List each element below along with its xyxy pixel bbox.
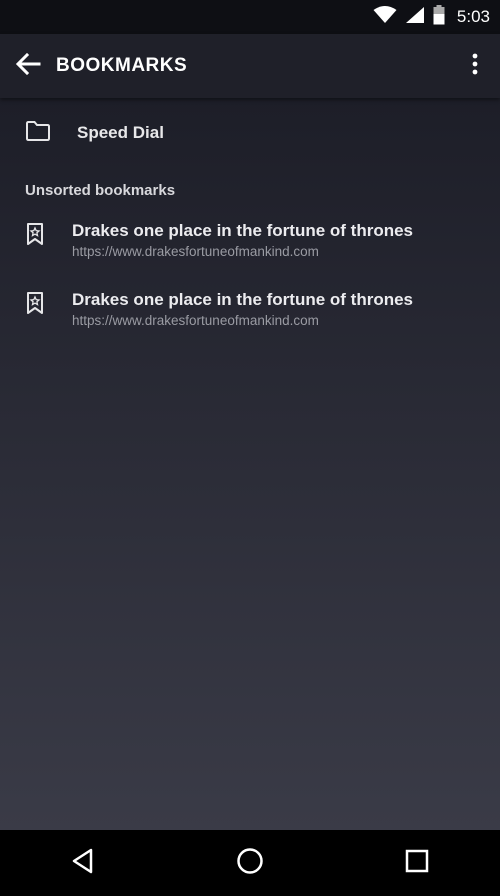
- screen: 5:03 BOOKMARKS Speed Dial Unsorted bookm…: [0, 0, 500, 896]
- section-header-unsorted: Unsorted bookmarks: [25, 182, 176, 199]
- bookmark-title: Drakes one place in the fortune of thron…: [72, 290, 414, 309]
- more-vert-icon: [472, 53, 478, 80]
- status-time: 5:03: [456, 7, 490, 26]
- bookmark-title: Drakes one place in the fortune of thron…: [72, 221, 414, 240]
- bookmark-item[interactable]: Drakes one place in the fortune of thron…: [0, 279, 500, 348]
- folder-icon: [25, 120, 51, 147]
- bookmark-icon: [25, 291, 45, 315]
- bookmark-text: Drakes one place in the fortune of thron…: [72, 220, 413, 261]
- page-title: BOOKMARKS: [56, 55, 188, 76]
- bookmark-item[interactable]: Drakes one place in the fortune of thron…: [0, 210, 500, 279]
- battery-icon: [433, 4, 445, 30]
- nav-back-button[interactable]: [53, 833, 113, 893]
- arrow-left-icon: [15, 52, 41, 80]
- bookmark-url: https://www.drakesfortuneofmankind.com: [72, 244, 319, 259]
- status-bar: 5:03: [0, 0, 500, 34]
- bookmark-text: Drakes one place in the fortune of thron…: [72, 289, 413, 330]
- bookmark-url: https://www.drakesfortuneofmankind.com: [72, 313, 319, 328]
- signal-icon: [405, 6, 425, 29]
- system-nav-bar: [0, 830, 500, 896]
- bookmark-icon: [25, 222, 45, 246]
- wifi-icon: [373, 5, 397, 29]
- home-circle-icon: [236, 847, 264, 880]
- app-bar: BOOKMARKS: [0, 34, 500, 98]
- bookmarks-list: Speed Dial Unsorted bookmarks Drakes one…: [0, 98, 500, 830]
- back-triangle-icon: [70, 848, 96, 879]
- speed-dial-item[interactable]: Speed Dial: [0, 98, 500, 168]
- status-icons: 5:03: [373, 4, 490, 30]
- nav-home-button[interactable]: [220, 833, 280, 893]
- nav-recents-button[interactable]: [387, 833, 447, 893]
- speed-dial-label: Speed Dial: [77, 123, 164, 142]
- more-options-button[interactable]: [460, 34, 490, 98]
- recents-square-icon: [404, 848, 430, 879]
- back-button[interactable]: [0, 34, 56, 98]
